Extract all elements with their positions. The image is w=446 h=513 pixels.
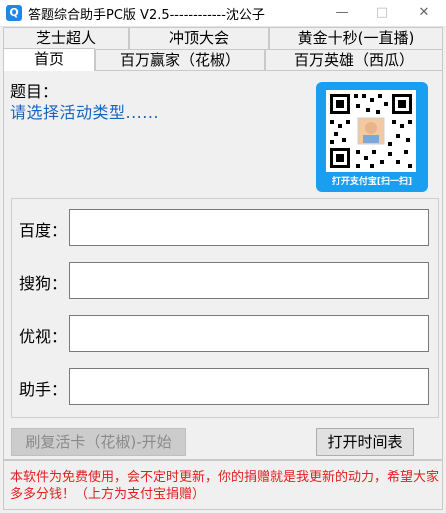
tab-huangjin-shimiao[interactable]: 黄金十秒(一直播) [269,27,443,49]
refresh-revive-card-button[interactable]: 刷复活卡（花椒)-开始 [11,428,186,456]
title-bar: Q 答题综合助手PC版 V2.5------------沈公子 — □ ✕ [0,0,446,27]
youshi-field[interactable] [69,315,429,352]
tab-baiwan-yingxiong[interactable]: 百万英雄（西瓜） [265,49,443,71]
alipay-qr-card: 打开支付宝[扫一扫] [316,82,428,192]
sogou-field[interactable] [69,262,429,299]
window-title: 答题综合助手PC版 V2.5------------沈公子 [28,8,265,23]
youshi-label: 优视： [19,327,68,346]
zhushou-label: 助手： [19,380,68,399]
tab-chongding-dahui[interactable]: 冲顶大会 [129,27,269,49]
zhushou-field[interactable] [69,368,429,405]
tab-baiwan-yingjia[interactable]: 百万赢家（花椒） [95,49,265,71]
baidu-label: 百度： [19,221,68,240]
qr-code-icon [326,90,416,172]
notice-panel: 本软件为免费使用，会不定时更新，你的捐赠就是我更新的动力，希望大家多多分钱！（上… [3,460,443,510]
close-button[interactable]: ✕ [402,0,446,26]
maximize-button[interactable]: □ [362,0,402,26]
tab-zhishi-chaoren[interactable]: 芝士超人 [3,27,129,49]
tab-home[interactable]: 首页 [3,48,95,71]
app-icon: Q [6,5,22,21]
baidu-field[interactable] [69,209,429,246]
qr-caption: 打开支付宝[扫一扫] [331,177,413,187]
open-schedule-button[interactable]: 打开时间表 [316,428,414,456]
sogou-label: 搜狗： [19,274,68,293]
minimize-button[interactable]: — [322,0,362,26]
donation-notice: 本软件为免费使用，会不定时更新，你的捐赠就是我更新的动力，希望大家多多分钱！（上… [10,470,440,502]
question-text: 请选择活动类型...... [10,103,160,122]
